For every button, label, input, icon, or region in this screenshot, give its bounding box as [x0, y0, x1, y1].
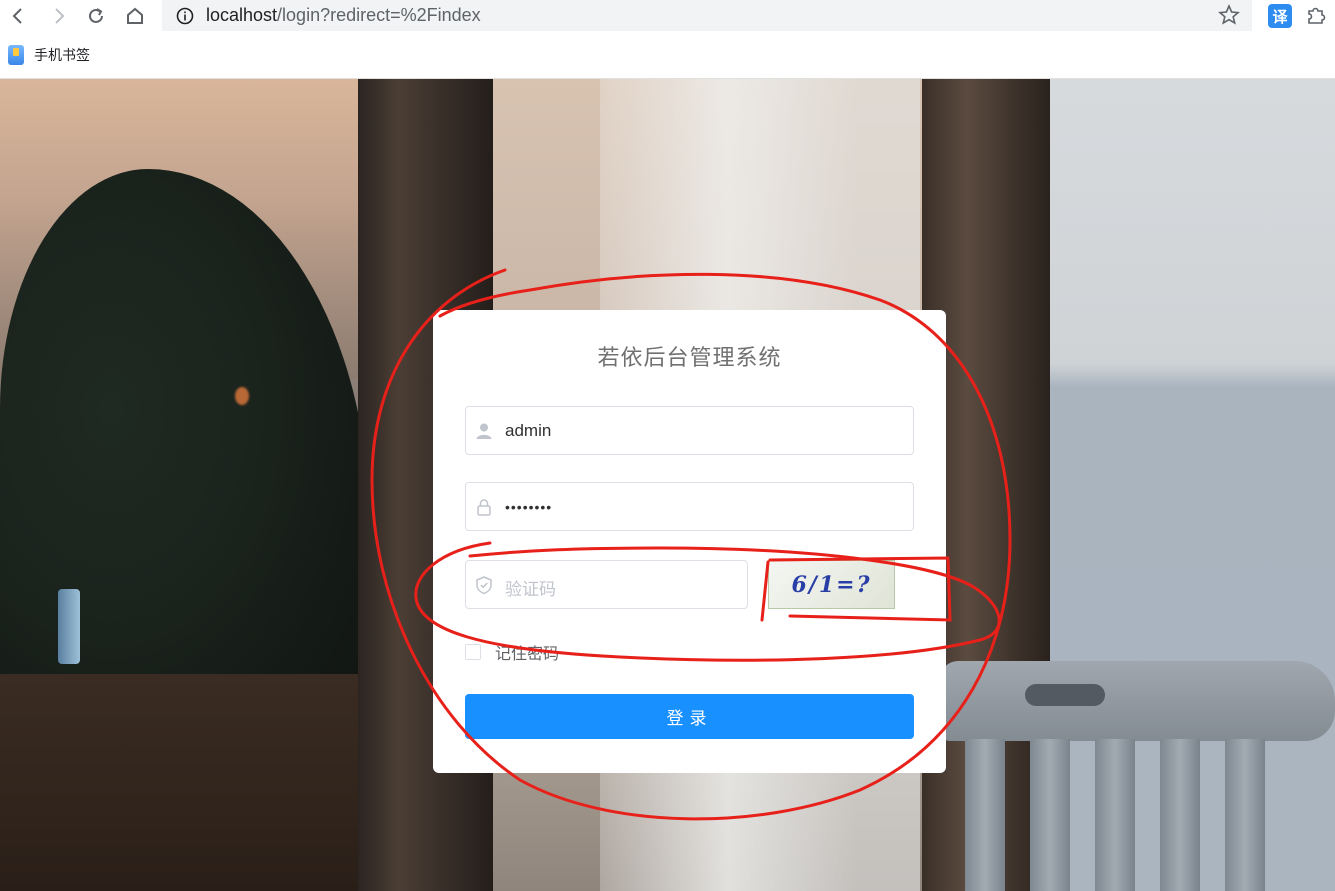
captcha-text: 6/1=? [791, 571, 872, 598]
username-input[interactable]: admin [465, 406, 914, 455]
bg-light [235, 387, 249, 405]
password-input[interactable]: •••••••• [465, 482, 914, 531]
username-value: admin [505, 421, 552, 440]
bg-chair-handle [1025, 684, 1105, 706]
back-button[interactable] [5, 3, 31, 29]
info-icon[interactable] [176, 7, 194, 25]
shield-icon [476, 576, 492, 595]
captcha-input[interactable]: 验证码 [465, 560, 748, 609]
password-value: •••••••• [505, 499, 553, 515]
login-button[interactable]: 登录 [465, 694, 914, 739]
translate-icon: 译 [1272, 8, 1288, 26]
bg-chair-slat [1030, 739, 1070, 891]
url-text: localhost/login?redirect=%2Findex [206, 5, 481, 26]
bookmark-mobile[interactable]: 手机书签 [8, 45, 90, 65]
bg-chair-slat [1095, 739, 1135, 891]
url-path: /login?redirect=%2Findex [277, 5, 481, 25]
remember-password[interactable]: 记住密码 [465, 640, 559, 664]
bookmark-star-icon[interactable] [1218, 4, 1240, 26]
bg-chair-slat [1225, 739, 1265, 891]
bg-chair-slat [965, 739, 1005, 891]
bookmark-label: 手机书签 [34, 47, 90, 63]
extensions-puzzle-icon[interactable] [1305, 4, 1327, 26]
bg-bottle [58, 589, 80, 664]
reload-button[interactable] [83, 3, 109, 29]
bg-table [0, 674, 360, 891]
translate-extension-button[interactable]: 译 [1268, 4, 1292, 28]
chevron-right-icon [55, 8, 65, 24]
login-form: 若依后台管理系统 admin •••••••• 验证码 6/1=? 记住密码 登… [433, 310, 946, 773]
remember-label: 记住密码 [495, 646, 560, 663]
chevron-left-icon [12, 8, 22, 24]
home-button[interactable] [122, 3, 148, 29]
browser-toolbar: localhost/login?redirect=%2Findex 译 [0, 0, 1335, 33]
lock-icon [477, 499, 491, 516]
bg-chair-back [940, 661, 1335, 741]
reload-icon [89, 8, 103, 23]
forward-button[interactable] [46, 3, 72, 29]
user-icon [476, 423, 492, 439]
captcha-image[interactable]: 6/1=? [768, 560, 895, 609]
captcha-placeholder: 验证码 [505, 580, 556, 599]
bg-chair-slat [1160, 739, 1200, 891]
bookmarks-bar: 手机书签 [0, 33, 1335, 79]
mobile-bookmark-icon [8, 45, 24, 65]
page-title: 若依后台管理系统 [597, 345, 782, 370]
remember-checkbox[interactable] [465, 644, 481, 660]
address-bar[interactable]: localhost/login?redirect=%2Findex [162, 0, 1252, 31]
home-icon [127, 7, 143, 24]
url-host: localhost [206, 5, 278, 25]
